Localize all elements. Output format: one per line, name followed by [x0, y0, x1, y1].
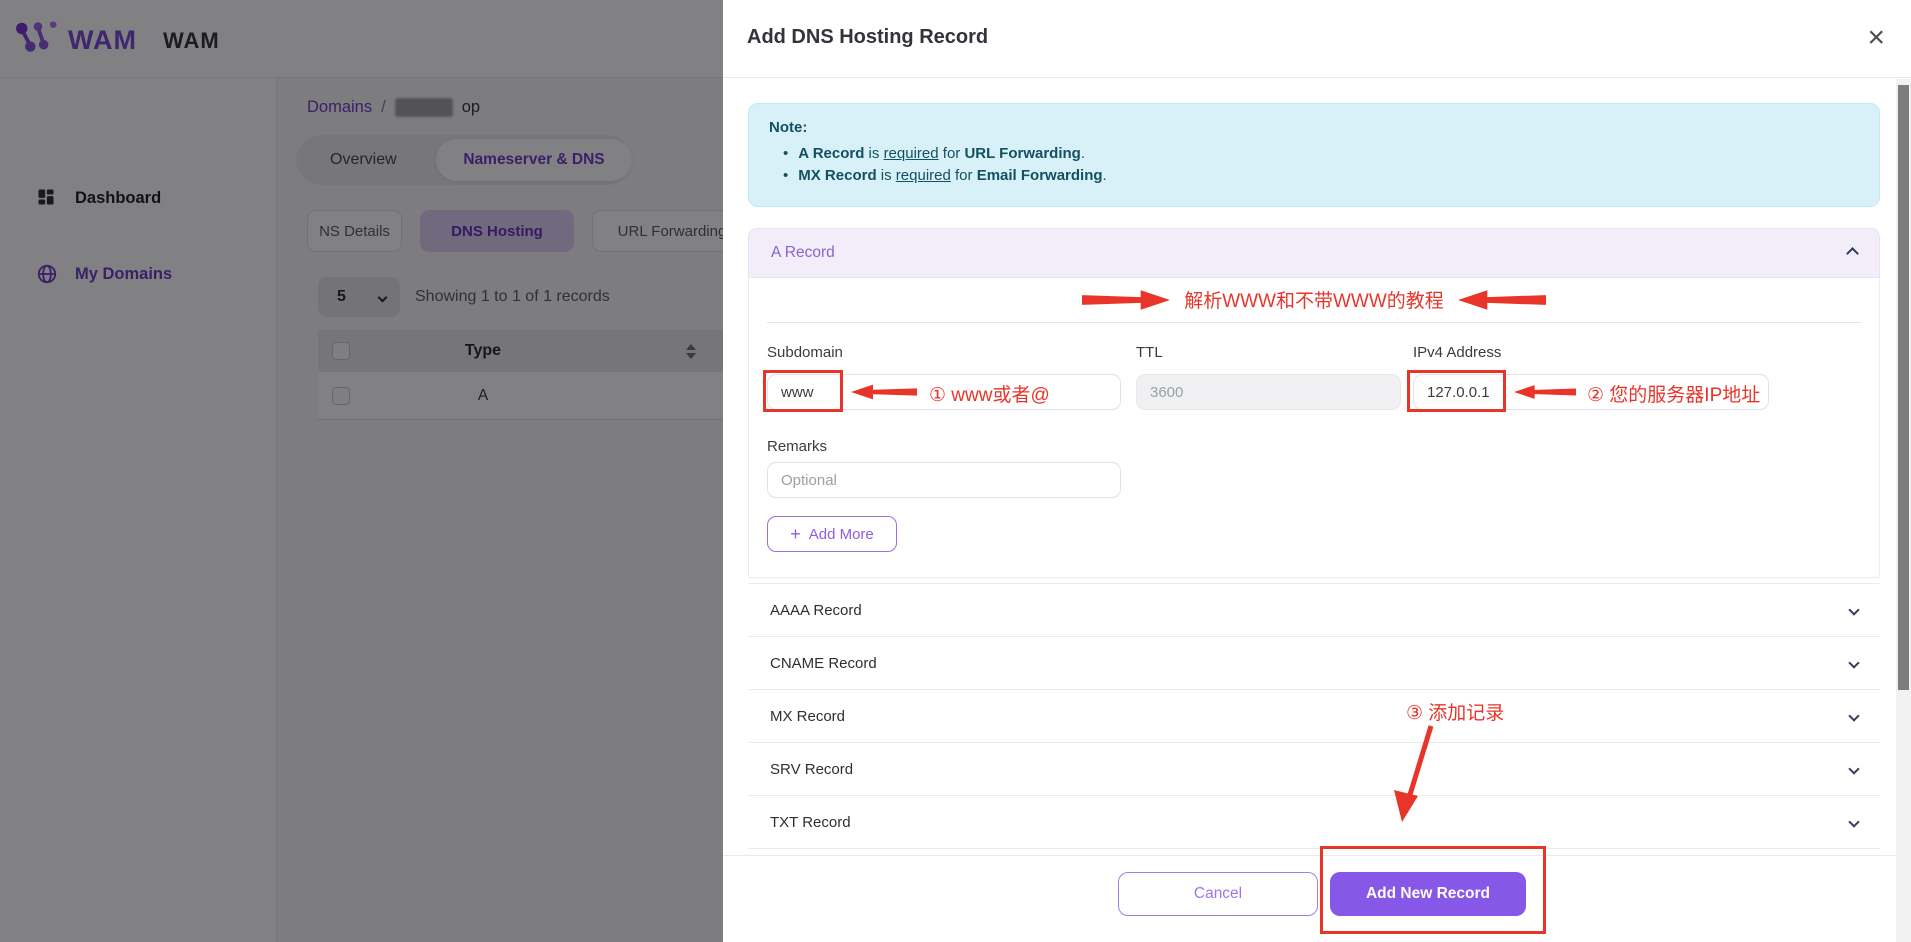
accordion-aaaa-record[interactable]: AAAA Record: [748, 584, 1880, 637]
note-text: A Record is required for URL Forwarding.: [798, 143, 1085, 166]
bullet-icon: •: [783, 143, 788, 166]
remarks-label: Remarks: [767, 438, 1121, 455]
red-arrow-right-icon: [1082, 289, 1170, 311]
ttl-field-group: TTL: [1136, 344, 1401, 410]
red-arrow-down-icon: [1385, 724, 1445, 828]
section-label: AAAA Record: [770, 602, 862, 619]
record-sections: AAAA Record CNAME Record MX Record SRV R…: [748, 583, 1880, 849]
cancel-button[interactable]: Cancel: [1118, 872, 1318, 916]
red-highlight-box-submit: [1320, 846, 1546, 934]
add-more-label: Add More: [809, 526, 874, 543]
remarks-field-group: Remarks: [767, 438, 1121, 498]
red-arrow-left-icon: [1514, 382, 1576, 402]
step1-annotation: ① www或者@: [929, 380, 1050, 407]
step3-annotation: ③ 添加记录: [1406, 698, 1504, 725]
subdomain-label: Subdomain: [767, 344, 1121, 361]
screen: WAM WAM Dashboard: [0, 0, 1911, 942]
close-icon[interactable]: ×: [1867, 22, 1885, 54]
section-label: MX Record: [770, 708, 845, 725]
remarks-input[interactable]: [767, 462, 1121, 498]
note-heading: Note:: [769, 117, 1859, 140]
ttl-input: [1136, 374, 1401, 410]
note-line-mx-record: • MX Record is required for Email Forwar…: [769, 165, 1859, 188]
chevron-down-icon: [1848, 710, 1859, 721]
red-highlight-box-subdomain: [763, 370, 843, 412]
section-label: TXT Record: [770, 814, 851, 831]
section-label: SRV Record: [770, 761, 853, 778]
divider: [767, 322, 1861, 323]
plus-icon: +: [790, 525, 801, 543]
note-text: MX Record is required for Email Forwardi…: [798, 165, 1106, 188]
chevron-down-icon: [1848, 604, 1859, 615]
footer-divider: [723, 855, 1896, 856]
add-dns-record-modal: Add DNS Hosting Record × Note: • A Recor…: [723, 0, 1911, 942]
step2-annotation: ② 您的服务器IP地址: [1587, 380, 1760, 407]
a-record-accordion-header[interactable]: A Record: [748, 228, 1880, 278]
a-record-title: A Record: [771, 244, 835, 262]
red-arrow-left-icon: [1458, 289, 1546, 311]
note-line-a-record: • A Record is required for URL Forwardin…: [769, 143, 1859, 166]
ttl-label: TTL: [1136, 344, 1401, 361]
chevron-down-icon: [1848, 657, 1859, 668]
modal-header: Add DNS Hosting Record ×: [723, 0, 1911, 78]
ipv4-label: IPv4 Address: [1413, 344, 1769, 361]
a-record-section: A Record 解析WWW和不带WWW的教程 Subdomain TTL: [748, 228, 1880, 578]
accordion-srv-record[interactable]: SRV Record: [748, 743, 1880, 796]
section-label: CNAME Record: [770, 655, 877, 672]
chevron-up-icon: [1846, 247, 1859, 260]
modal-title: Add DNS Hosting Record: [747, 26, 988, 49]
bullet-icon: •: [783, 165, 788, 188]
tutorial-annotation-text: 解析WWW和不带WWW的教程: [1184, 286, 1444, 313]
scrollbar-thumb[interactable]: [1898, 85, 1909, 690]
chevron-down-icon: [1848, 763, 1859, 774]
accordion-cname-record[interactable]: CNAME Record: [748, 637, 1880, 690]
accordion-mx-record[interactable]: MX Record: [748, 690, 1880, 743]
note-box: Note: • A Record is required for URL For…: [748, 103, 1880, 207]
accordion-txt-record[interactable]: TXT Record: [748, 796, 1880, 849]
modal-scrollbar[interactable]: [1896, 79, 1911, 942]
chevron-down-icon: [1848, 816, 1859, 827]
red-highlight-box-ipv4: [1407, 370, 1506, 412]
red-arrow-left-icon: [851, 382, 917, 402]
a-record-body: 解析WWW和不带WWW的教程 Subdomain TTL IPv4 Addres…: [748, 278, 1880, 578]
add-more-button[interactable]: + Add More: [767, 516, 897, 552]
tutorial-annotation: 解析WWW和不带WWW的教程: [749, 286, 1879, 313]
